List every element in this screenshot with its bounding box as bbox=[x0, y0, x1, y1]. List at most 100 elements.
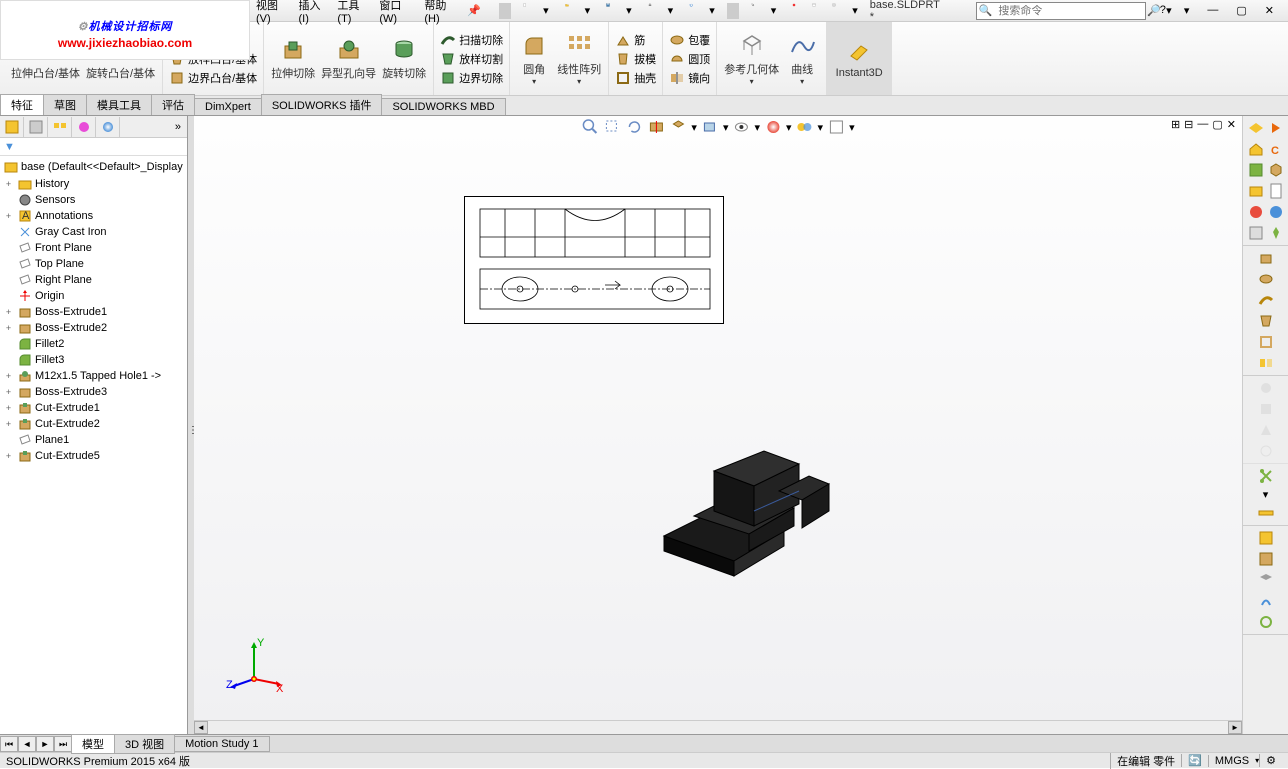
doc-close-icon[interactable]: ✕ bbox=[1227, 118, 1236, 131]
tree-item[interactable]: Sensors bbox=[0, 192, 187, 208]
revolve-tool-icon[interactable] bbox=[1257, 270, 1275, 288]
design-library-icon[interactable] bbox=[1247, 161, 1265, 179]
open-icon[interactable] bbox=[559, 3, 575, 19]
arrow-icon[interactable] bbox=[1267, 119, 1285, 137]
save-icon[interactable] bbox=[600, 3, 616, 19]
bottom-tab-model[interactable]: 模型 bbox=[71, 734, 115, 754]
tab-prev-icon[interactable]: ◄ bbox=[18, 736, 36, 752]
minimize-icon[interactable]: — bbox=[1201, 4, 1224, 17]
extrude-tool-icon[interactable] bbox=[1257, 249, 1275, 267]
mirror-tool-icon[interactable] bbox=[1257, 354, 1275, 372]
new-icon[interactable] bbox=[517, 3, 533, 19]
home-icon[interactable] bbox=[1247, 140, 1265, 158]
sweep-tool-icon[interactable] bbox=[1257, 291, 1275, 309]
undo-icon[interactable] bbox=[683, 3, 699, 19]
rebuild-icon[interactable] bbox=[786, 3, 802, 19]
shell-tool-icon[interactable] bbox=[1257, 333, 1275, 351]
tree-item[interactable]: +Boss-Extrude2 bbox=[0, 320, 187, 336]
tab-dimxpert[interactable]: DimXpert bbox=[194, 98, 262, 115]
file-explorer-icon[interactable] bbox=[1247, 182, 1265, 200]
dome-button[interactable]: 圆顶 bbox=[667, 50, 712, 68]
close-icon[interactable]: ✕ bbox=[1259, 4, 1280, 17]
display-style-icon[interactable] bbox=[701, 118, 719, 136]
loft-cut-button[interactable]: 放样切割 bbox=[438, 50, 505, 68]
ref-geometry-button[interactable]: 参考几何体▾ bbox=[721, 30, 782, 88]
tree-item[interactable]: Plane1 bbox=[0, 432, 187, 448]
extrude-cut-button[interactable]: 拉伸切除 bbox=[268, 34, 318, 83]
c-icon[interactable]: C bbox=[1267, 140, 1285, 158]
instant3d-button[interactable]: Instant3D bbox=[831, 36, 887, 81]
decal-tool-icon[interactable] bbox=[1257, 571, 1275, 589]
shell-button[interactable]: 抽壳 bbox=[613, 69, 658, 87]
swept-cut-button[interactable]: 扫描切除 bbox=[438, 31, 505, 49]
scroll-left-icon[interactable]: ◄ bbox=[194, 721, 208, 734]
filter-icon[interactable]: ▼ bbox=[4, 141, 15, 153]
boundary-cut-button[interactable]: 边界切除 bbox=[438, 69, 505, 87]
panel-tab-display-icon[interactable] bbox=[96, 117, 120, 137]
tab-last-icon[interactable]: ⏭ bbox=[54, 736, 72, 752]
doc-icon[interactable] bbox=[1267, 182, 1285, 200]
menu-view[interactable]: 视图(V) bbox=[250, 0, 292, 25]
menu-window[interactable]: 窗口(W) bbox=[373, 0, 418, 25]
linear-pattern-button[interactable]: 线性阵列▾ bbox=[554, 30, 604, 88]
tree-item[interactable]: +History bbox=[0, 176, 187, 192]
panel-tab-feature-tree-icon[interactable] bbox=[0, 117, 24, 137]
edit-appearance-icon[interactable] bbox=[764, 118, 782, 136]
tree-item[interactable]: +AAnnotations bbox=[0, 208, 187, 224]
view-triad[interactable]: Y X Z bbox=[224, 634, 284, 694]
tab-addins[interactable]: SOLIDWORKS 插件 bbox=[261, 94, 383, 115]
previous-view-icon[interactable] bbox=[625, 118, 643, 136]
status-config-icon[interactable]: ⚙ bbox=[1259, 754, 1282, 767]
loft-tool-icon[interactable] bbox=[1257, 312, 1275, 330]
panel-tab-config-icon[interactable] bbox=[48, 117, 72, 137]
settings-icon[interactable] bbox=[826, 3, 842, 19]
cut-tool-icon[interactable] bbox=[1257, 467, 1275, 485]
sw-resources-icon[interactable] bbox=[1247, 119, 1265, 137]
tab-next-icon[interactable]: ► bbox=[36, 736, 54, 752]
tree-item[interactable]: Fillet3 bbox=[0, 352, 187, 368]
revolve-cut-button[interactable]: 旋转切除 bbox=[379, 34, 429, 83]
panel-expand-icon[interactable]: » bbox=[169, 121, 187, 133]
tab-first-icon[interactable]: ⏮ bbox=[0, 736, 18, 752]
bottom-tab-3dview[interactable]: 3D 视图 bbox=[114, 734, 175, 754]
tree-item[interactable]: Gray Cast Iron bbox=[0, 224, 187, 240]
tree-item[interactable]: +Boss-Extrude3 bbox=[0, 384, 187, 400]
draft-button[interactable]: 拔模 bbox=[613, 50, 658, 68]
menu-insert[interactable]: 插入(I) bbox=[292, 0, 331, 25]
zoom-area-icon[interactable] bbox=[603, 118, 621, 136]
tree-item[interactable]: +Cut-Extrude1 bbox=[0, 400, 187, 416]
tab-evaluate[interactable]: 评估 bbox=[151, 94, 195, 115]
custom-props-icon[interactable] bbox=[1247, 224, 1265, 242]
wrap-button[interactable]: 包覆 bbox=[667, 31, 712, 49]
view-palette-icon[interactable] bbox=[1247, 203, 1265, 221]
cube-icon[interactable] bbox=[1267, 161, 1285, 179]
help-icon[interactable]: ? bbox=[1154, 4, 1172, 17]
panel-tab-property-icon[interactable] bbox=[24, 117, 48, 137]
status-units[interactable]: MMGS bbox=[1208, 755, 1255, 767]
section-view-icon[interactable] bbox=[647, 118, 665, 136]
hole-wizard-button[interactable]: 异型孔向导 bbox=[318, 34, 379, 83]
doc-minimize-icon[interactable]: — bbox=[1197, 118, 1208, 131]
tree-item[interactable]: +Cut-Extrude2 bbox=[0, 416, 187, 432]
light-tool-icon[interactable] bbox=[1257, 592, 1275, 610]
tree-item[interactable]: Top Plane bbox=[0, 256, 187, 272]
print-icon[interactable] bbox=[642, 3, 658, 19]
appearance-icon[interactable] bbox=[1267, 203, 1285, 221]
search-box[interactable]: 🔍 🔎 ▾ bbox=[976, 2, 1146, 20]
tree-root[interactable]: base (Default<<Default>_Display bbox=[0, 158, 187, 176]
horizontal-scrollbar[interactable]: ◄ ► bbox=[194, 720, 1242, 734]
mirror-button[interactable]: 镜向 bbox=[667, 69, 712, 87]
window-tile-icon[interactable]: ⊟ bbox=[1184, 118, 1193, 131]
zoom-fit-icon[interactable] bbox=[581, 118, 599, 136]
apply-scene-icon[interactable] bbox=[796, 118, 814, 136]
select-icon[interactable] bbox=[745, 3, 761, 19]
doc-restore-icon[interactable]: ▢ bbox=[1212, 118, 1222, 131]
boundary-boss-button[interactable]: 边界凸台/基体 bbox=[167, 69, 259, 87]
tree-item[interactable]: +M12x1.5 Tapped Hole1 -> bbox=[0, 368, 187, 384]
tab-sketch[interactable]: 草图 bbox=[43, 94, 87, 115]
options-icon[interactable] bbox=[806, 3, 822, 19]
graphics-viewport[interactable]: ▾ ▾ ▾ ▾ ▾ ▾ ⊞ ⊟ — ▢ ✕ bbox=[194, 116, 1242, 734]
search-input[interactable] bbox=[994, 5, 1144, 17]
panel-tab-dimxpert-icon[interactable] bbox=[72, 117, 96, 137]
scroll-right-icon[interactable]: ► bbox=[1228, 721, 1242, 734]
